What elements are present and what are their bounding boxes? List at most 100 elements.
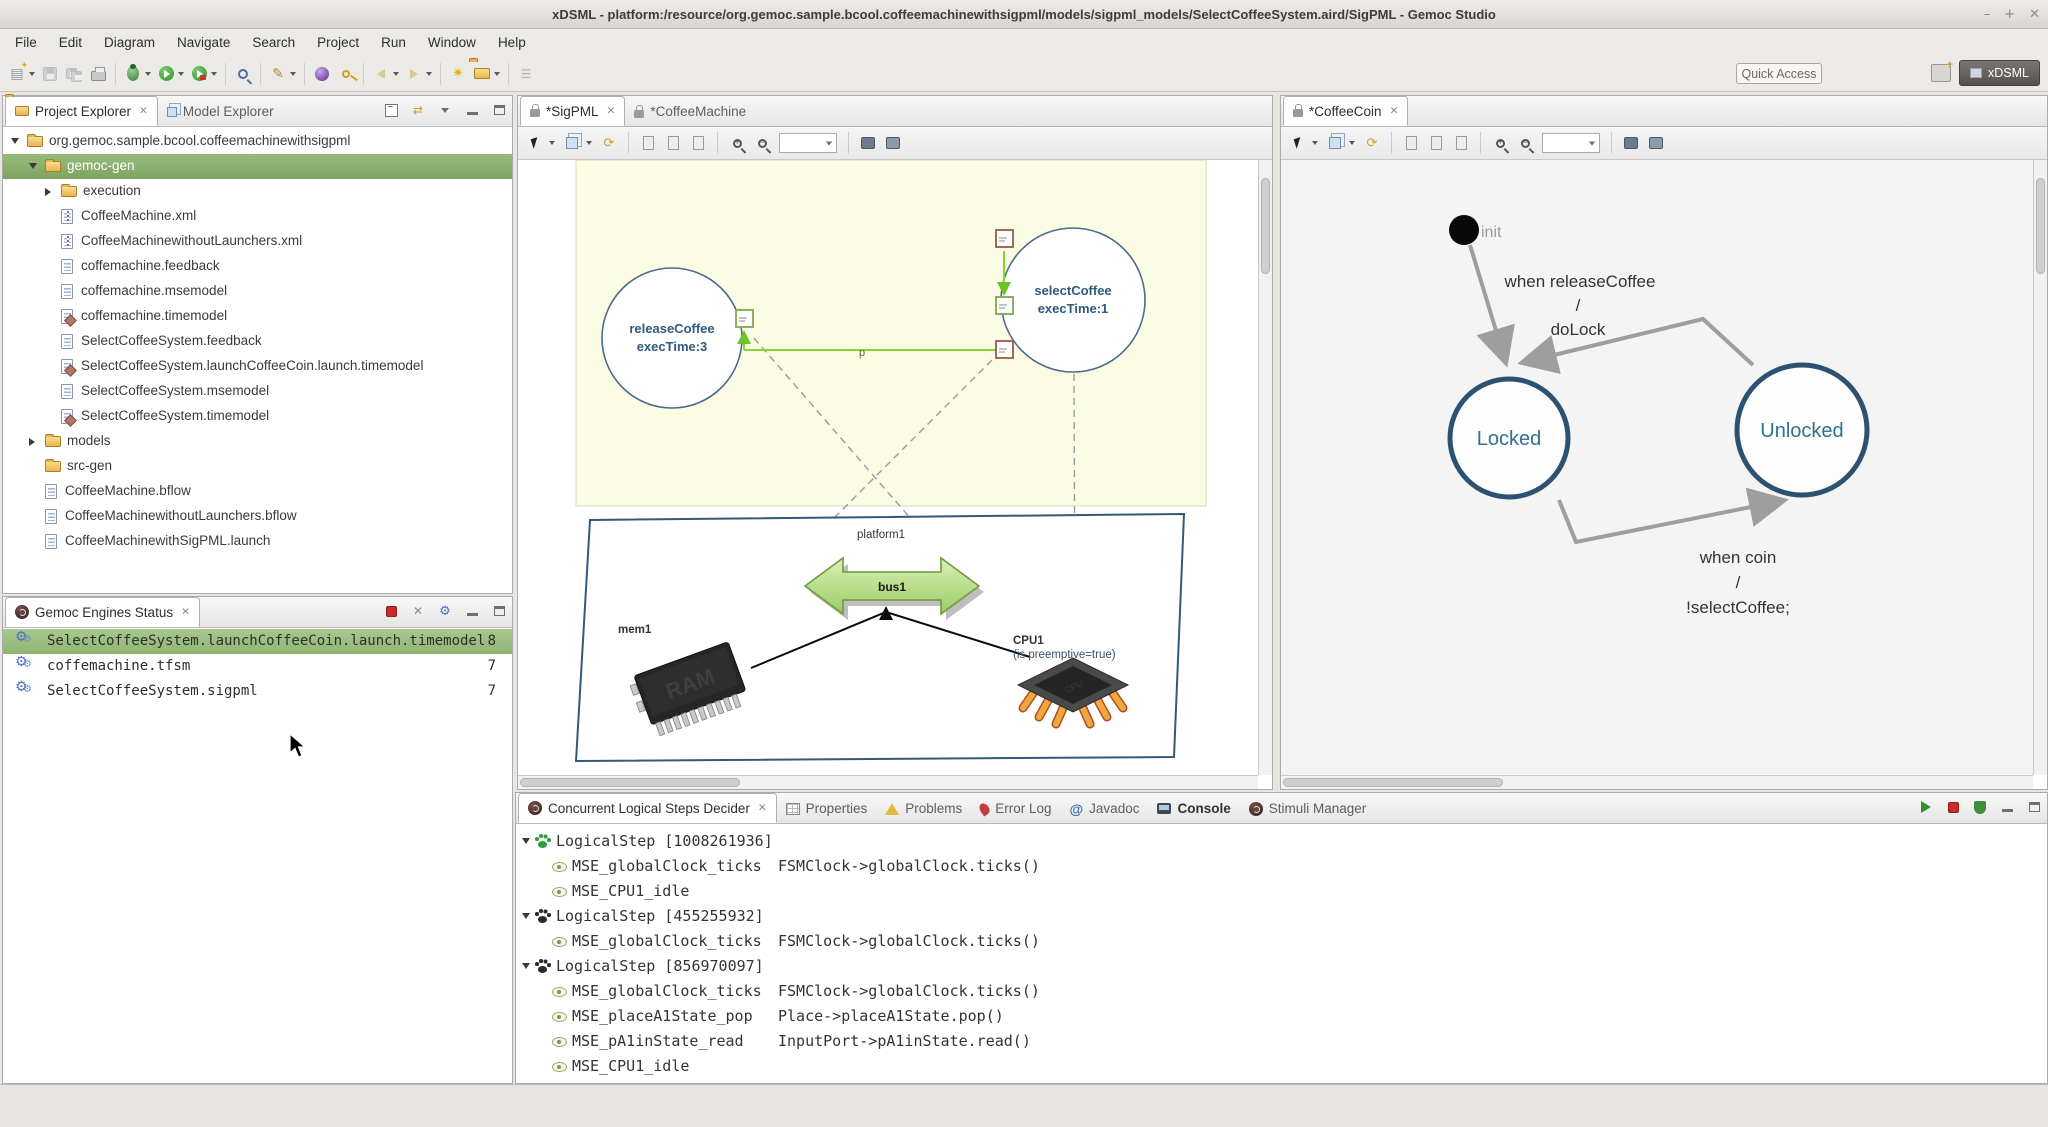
vertical-scrollbar[interactable] [1258, 160, 1272, 775]
tab-project-explorer[interactable]: Project Explorer✕ [5, 96, 158, 126]
tree-item-file[interactable]: coffemachine.msemodel [3, 279, 512, 304]
chevron-down-icon[interactable] [522, 913, 530, 919]
annotation-dropdown-icon[interactable] [290, 72, 296, 76]
horizontal-scrollbar[interactable] [518, 775, 1258, 789]
minimize-view-icon[interactable] [463, 101, 481, 119]
menu-diagram[interactable]: Diagram [93, 29, 166, 56]
stop-engine-icon[interactable] [382, 602, 400, 620]
select-coffee-node[interactable]: selectCoffee execTime:1 [1001, 228, 1145, 372]
pin-editor-icon[interactable]: ☰ [514, 62, 538, 86]
menu-window[interactable]: Window [417, 29, 487, 56]
zoom-out-icon[interactable] [1514, 132, 1536, 154]
mse-event-row[interactable]: MSE_placeA1State_popPlace->placeA1State.… [516, 1004, 2047, 1029]
tab-model-explorer[interactable]: Model Explorer [158, 97, 283, 126]
tab-coffeecoin[interactable]: *CoffeeCoin✕ [1283, 96, 1408, 126]
tree-item-models[interactable]: models [3, 429, 512, 454]
back-dropdown-icon[interactable] [393, 72, 399, 76]
tree-item-project[interactable]: org.gemoc.sample.bcool.coffeemachinewith… [3, 129, 512, 154]
locked-state[interactable]: Locked [1450, 379, 1568, 497]
select-tool-icon[interactable] [1287, 132, 1309, 154]
close-icon[interactable]: ✕ [181, 606, 190, 618]
export-image-icon[interactable] [857, 132, 879, 154]
tree-item-file[interactable]: coffemachine.timemodel [3, 304, 512, 329]
open-resource-dropdown-icon[interactable] [494, 72, 500, 76]
link-with-editor-icon[interactable]: ⇄ [409, 101, 427, 119]
tab-javadoc[interactable]: @Javadoc [1061, 794, 1149, 823]
maximize-view-icon[interactable] [2025, 798, 2043, 816]
validate-icon[interactable] [1425, 132, 1447, 154]
tab-problems[interactable]: Problems [876, 794, 971, 823]
layers-icon[interactable] [1324, 132, 1346, 154]
close-icon[interactable]: ✕ [139, 105, 148, 117]
maximize-view-icon[interactable] [490, 602, 508, 620]
select-tool-dropdown-icon[interactable] [1312, 141, 1318, 145]
layers-dropdown-icon[interactable] [586, 141, 592, 145]
back-icon[interactable] [369, 62, 393, 86]
maximize-view-icon[interactable] [490, 101, 508, 119]
open-resource-icon[interactable] [470, 62, 494, 86]
decider-run-icon[interactable] [1917, 798, 1935, 816]
zoom-in-icon[interactable] [726, 132, 748, 154]
save-icon[interactable] [38, 62, 62, 86]
unlocked-state[interactable]: Unlocked [1737, 365, 1867, 495]
open-perspective-icon[interactable] [1931, 64, 1951, 82]
minimize-view-icon[interactable] [1998, 798, 2016, 816]
tree-item-src-gen[interactable]: src-gen [3, 454, 512, 479]
tree-item-file[interactable]: SelectCoffeeSystem.msemodel [3, 379, 512, 404]
arrange-icon[interactable] [687, 132, 709, 154]
layers-icon[interactable] [561, 132, 583, 154]
logical-step-row[interactable]: LogicalStep [1008261936] [516, 829, 2047, 854]
tree-item-file[interactable]: SelectCoffeeSystem.timemodel [3, 404, 512, 429]
new-element-icon[interactable]: ✷ [446, 62, 470, 86]
tree-item-file[interactable]: CoffeeMachinewithoutLaunchers.bflow [3, 504, 512, 529]
decider-shield-icon[interactable] [1971, 798, 1989, 816]
print-icon[interactable] [86, 62, 110, 86]
menu-help[interactable]: Help [487, 29, 537, 56]
perspective-xdsml-button[interactable]: xDSML [1959, 60, 2040, 86]
mse-event-row[interactable]: MSE_globalClock_ticksFSMClock->globalClo… [516, 929, 2047, 954]
chevron-down-icon[interactable] [522, 963, 530, 969]
forward-dropdown-icon[interactable] [426, 72, 432, 76]
mse-event-row[interactable]: MSE_CPU1_idle [516, 1054, 2047, 1079]
tab-gemoc-engines-status[interactable]: Gemoc Engines Status✕ [5, 597, 200, 627]
tab-stimuli-manager[interactable]: Stimuli Manager [1240, 794, 1376, 823]
debug-dropdown-icon[interactable] [145, 72, 151, 76]
zoom-level-combo[interactable] [779, 133, 837, 153]
tree-item-gemoc-gen[interactable]: gemoc-gen [3, 154, 512, 179]
maximize-window-icon[interactable]: + [2004, 7, 2015, 22]
tree-item-file[interactable]: coffemachine.feedback [3, 254, 512, 279]
mse-event-row[interactable]: MSE_pA1inState_readInputPort->pA1inState… [516, 1029, 2047, 1054]
mse-event-row[interactable]: MSE_globalClock_ticksFSMClock->globalClo… [516, 979, 2047, 1004]
run-dropdown-icon[interactable] [178, 72, 184, 76]
vertical-scrollbar[interactable] [2033, 160, 2047, 775]
run-icon[interactable] [154, 62, 178, 86]
export-image-icon[interactable] [1620, 132, 1642, 154]
zoom-level-combo[interactable] [1542, 133, 1600, 153]
annotation-icon[interactable]: ✎ [266, 62, 290, 86]
init-state[interactable]: init [1449, 215, 1502, 245]
tree-item-file[interactable]: CoffeeMachine.bflow [3, 479, 512, 504]
tab-concurrent-logical-steps-decider[interactable]: Concurrent Logical Steps Decider✕ [518, 793, 777, 823]
new-wizard-icon[interactable]: ▤✦ [5, 62, 29, 86]
transition-label-selectcoffee[interactable]: when coin / !selectCoffee; [1686, 548, 1790, 617]
chevron-down-icon[interactable] [522, 838, 530, 844]
menu-file[interactable]: File [4, 29, 48, 56]
engine-row[interactable]: SelectCoffeeSystem.sigpml7 [3, 679, 512, 704]
forward-icon[interactable] [402, 62, 426, 86]
engine-row[interactable]: coffemachine.tfsm7 [3, 654, 512, 679]
documentation-icon[interactable] [1645, 132, 1667, 154]
tree-item-file[interactable]: CoffeeMachinewithSigPML.launch [3, 529, 512, 554]
tab-coffeemachine[interactable]: *CoffeeMachine [625, 97, 755, 126]
coffeecoin-canvas[interactable]: init when releaseCoffee / doLock Locked … [1281, 160, 2033, 775]
zoom-in-icon[interactable] [1489, 132, 1511, 154]
view-menu-icon[interactable] [436, 101, 454, 119]
close-icon[interactable]: ✕ [758, 802, 767, 814]
collapse-all-icon[interactable] [382, 101, 400, 119]
select-tool-icon[interactable] [524, 132, 546, 154]
documentation-icon[interactable] [882, 132, 904, 154]
mse-event-row[interactable]: MSE_CPU1_idle [516, 879, 2047, 904]
tab-sigpml[interactable]: *SigPML✕ [520, 96, 625, 126]
quick-access-button[interactable]: Quick Access [1736, 63, 1822, 84]
engine-row[interactable]: SelectCoffeeSystem.launchCoffeeCoin.laun… [3, 629, 512, 654]
horizontal-scrollbar[interactable] [1281, 775, 2033, 789]
